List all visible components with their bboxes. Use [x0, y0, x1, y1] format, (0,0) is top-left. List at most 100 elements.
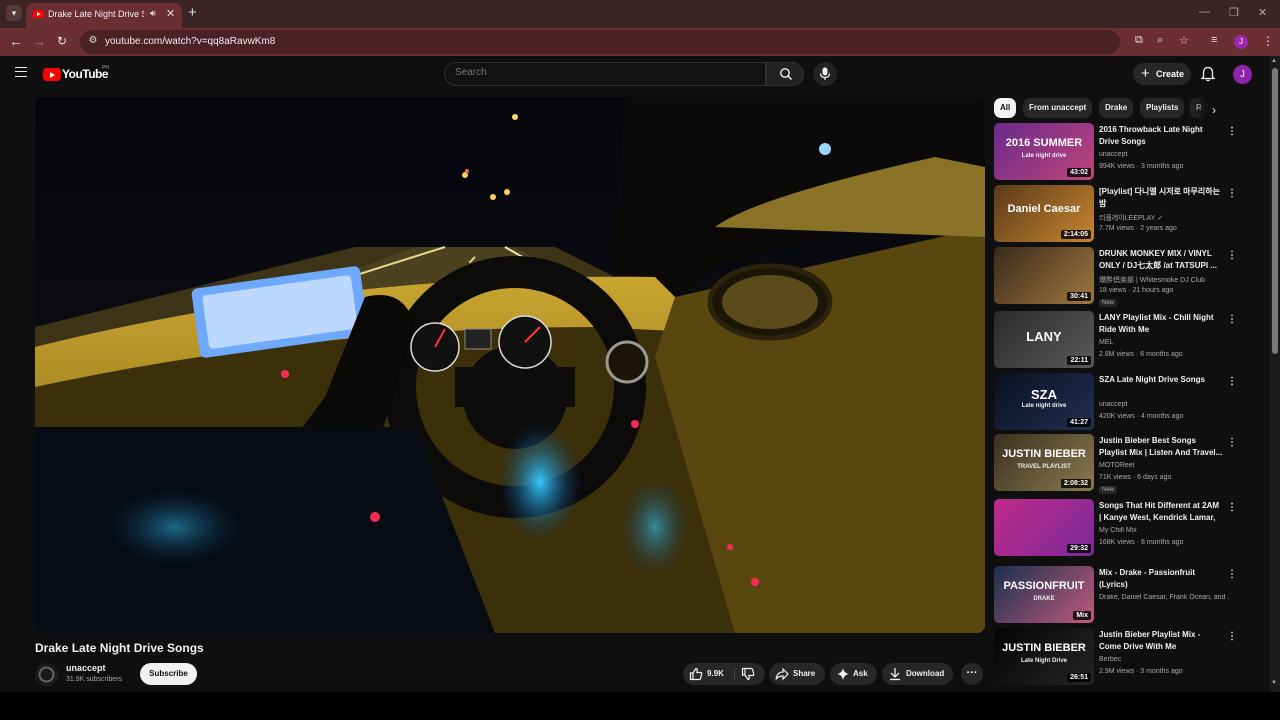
new-badge: New: [1099, 486, 1118, 494]
like-button[interactable]: 9.9K: [683, 663, 733, 685]
browser-tab[interactable]: Drake Late Night Drive Songs 🔊︎ ✕: [26, 3, 182, 28]
plus-icon: +: [1141, 65, 1150, 82]
recommendation-title[interactable]: Justin Bieber Best Songs Playlist Mix | …: [1099, 435, 1223, 459]
window-close-icon[interactable]: ✕: [1258, 6, 1267, 19]
video-thumbnail[interactable]: JUSTIN BIEBER TRAVEL PLAYLIST 2:08:32: [994, 434, 1094, 491]
create-button[interactable]: + Create: [1133, 63, 1191, 85]
chip-from-channel[interactable]: From unaccept: [1023, 98, 1093, 118]
recommendation-channel[interactable]: unaccept: [1099, 401, 1229, 408]
back-icon[interactable]: ←: [9, 33, 23, 49]
video-thumbnail[interactable]: 30:41: [994, 247, 1094, 304]
browser-menu-icon[interactable]: ⋮: [1262, 34, 1274, 48]
recommendation-item[interactable]: JUSTIN BIEBER TRAVEL PLAYLIST 2:08:32 Justi…: [993, 434, 1243, 494]
more-actions-button[interactable]: ···: [961, 663, 983, 685]
address-bar[interactable]: ⚙︎ youtube.com/watch?v=qq8aRavwKm8: [80, 30, 1120, 54]
chip-playlists[interactable]: Playlists: [1140, 98, 1185, 118]
tab-search-button[interactable]: ▾: [6, 5, 22, 21]
recommendation-channel[interactable]: My Chill Mix: [1099, 527, 1229, 534]
forward-icon[interactable]: →: [32, 33, 46, 49]
recommendation-channel[interactable]: unaccept: [1099, 151, 1229, 158]
channel-name[interactable]: unaccept: [66, 663, 106, 673]
recommendation-item[interactable]: LANY 22:11 LANY Playlist Mix - Chill Night…: [993, 311, 1243, 369]
share-button[interactable]: Share: [769, 663, 825, 685]
recommendation-title[interactable]: Justin Bieber Playlist Mix - Come Drive …: [1099, 629, 1223, 653]
recommendation-item[interactable]: JUSTIN BIEBER Late Night Drive 26:51 Justin…: [993, 628, 1243, 686]
chip-all[interactable]: All: [994, 98, 1017, 118]
thumbnail-text: 2016 SUMMER: [1005, 137, 1083, 149]
scroll-up-icon[interactable]: ▲: [1271, 58, 1277, 64]
page-scrollbar[interactable]: ▲ ▼: [1270, 56, 1280, 692]
taskbar-strip: [0, 692, 1280, 720]
thumbnail-text: JUSTIN BIEBER: [1002, 448, 1086, 460]
video-thumbnail[interactable]: JUSTIN BIEBER Late Night Drive 26:51: [994, 628, 1094, 685]
account-avatar[interactable]: J: [1233, 65, 1252, 84]
download-button[interactable]: Download: [882, 663, 953, 685]
recommendation-meta: 2.9M views · 3 months ago: [1099, 668, 1183, 675]
recommendation-item[interactable]: 30:41 DRUNK MONKEY MIX / VINYL ONLY / DJ七…: [993, 247, 1243, 307]
reload-icon[interactable]: ↻: [57, 34, 67, 48]
site-info-icon[interactable]: ⚙︎: [86, 35, 100, 49]
bookmark-star-icon[interactable]: ☆: [1179, 34, 1189, 47]
recommendation-meta: 994K views · 3 months ago: [1099, 163, 1184, 170]
video-player[interactable]: [35, 97, 985, 633]
notifications-bell-icon[interactable]: [1201, 66, 1215, 82]
zoom-icon[interactable]: ⌕: [1157, 34, 1163, 47]
recommendation-item[interactable]: 2016 SUMMER Late night drive 43:02 2016 Thr…: [993, 123, 1243, 181]
search-input[interactable]: [455, 67, 755, 78]
video-thumbnail[interactable]: Daniel Caesar 2:14:05: [994, 185, 1094, 242]
recommendation-item[interactable]: Daniel Caesar 2:14:05 [Playlist] 다니엘 시저로 마…: [993, 185, 1243, 243]
new-tab-icon[interactable]: +: [188, 4, 197, 21]
chip-drake[interactable]: Drake: [1099, 98, 1134, 118]
recommendation-channel[interactable]: 리플레이LEEPLAY ✓: [1099, 213, 1229, 223]
recommendation-title[interactable]: Mix - Drake - Passionfruit (Lyrics): [1099, 567, 1223, 591]
chevron-right-icon[interactable]: ›: [1212, 103, 1216, 117]
more-options-icon[interactable]: ⋮: [1227, 437, 1237, 448]
chip-fade: [1190, 96, 1210, 120]
cast-icon[interactable]: ⧉: [1135, 34, 1143, 47]
recommendation-channel[interactable]: MEL: [1099, 339, 1229, 346]
recommendation-item[interactable]: 29:32 Songs That Hit Different at 2AM | K…: [993, 499, 1243, 557]
more-options-icon[interactable]: ⋮: [1227, 188, 1237, 199]
youtube-logo-icon[interactable]: [43, 68, 61, 81]
more-options-icon[interactable]: ⋮: [1227, 502, 1237, 513]
minimize-icon[interactable]: —: [1199, 6, 1210, 18]
close-tab-icon[interactable]: ✕: [166, 7, 175, 20]
video-thumbnail[interactable]: 29:32: [994, 499, 1094, 556]
download-label: Download: [906, 669, 945, 678]
search-button[interactable]: [766, 62, 804, 86]
more-options-icon[interactable]: ⋮: [1227, 126, 1237, 137]
recommendation-title[interactable]: LANY Playlist Mix - Chill Night Ride Wit…: [1099, 312, 1223, 336]
video-thumbnail[interactable]: SZA Late night drive 41:27: [994, 373, 1094, 430]
recommendation-channel[interactable]: MOTOReel: [1099, 462, 1229, 469]
recommendation-item[interactable]: SZA Late night drive 41:27 SZA Late Night D…: [993, 373, 1243, 431]
audio-playing-icon[interactable]: 🔊︎: [150, 8, 156, 19]
ask-button[interactable]: Ask: [830, 663, 877, 685]
recommendation-channel[interactable]: Drake, Daniel Caesar, Frank Ocean, and .…: [1099, 594, 1229, 601]
recommendation-channel[interactable]: Berbec: [1099, 656, 1229, 663]
video-thumbnail[interactable]: PASSIONFRUIT DRAKE Mix: [994, 566, 1094, 623]
more-options-icon[interactable]: ⋮: [1227, 376, 1237, 387]
subscribe-button[interactable]: Subscribe: [140, 663, 197, 685]
scrollbar-thumb[interactable]: [1272, 68, 1278, 354]
recommendation-title[interactable]: SZA Late Night Drive Songs: [1099, 374, 1223, 386]
recommendation-title[interactable]: Songs That Hit Different at 2AM | Kanye …: [1099, 500, 1223, 524]
media-controls-icon[interactable]: ≡: [1211, 34, 1217, 46]
dislike-button[interactable]: [735, 663, 765, 685]
more-options-icon[interactable]: ⋮: [1227, 569, 1237, 580]
channel-avatar[interactable]: [35, 663, 58, 686]
video-thumbnail[interactable]: LANY 22:11: [994, 311, 1094, 368]
more-options-icon[interactable]: ⋮: [1227, 631, 1237, 642]
scroll-down-icon[interactable]: ▼: [1271, 680, 1277, 686]
voice-search-button[interactable]: [813, 62, 837, 86]
guide-menu-icon[interactable]: [15, 67, 27, 77]
recommendation-channel[interactable]: 爆酔倶楽部 | Whitesmoke DJ Club: [1099, 275, 1229, 285]
recommendation-title[interactable]: [Playlist] 다니엘 시저로 마무리하는 밤: [1099, 186, 1223, 210]
restore-icon[interactable]: ❐: [1229, 6, 1239, 19]
more-options-icon[interactable]: ⋮: [1227, 250, 1237, 261]
video-thumbnail[interactable]: 2016 SUMMER Late night drive 43:02: [994, 123, 1094, 180]
more-options-icon[interactable]: ⋮: [1227, 314, 1237, 325]
browser-profile-avatar[interactable]: J: [1234, 35, 1248, 49]
recommendation-item[interactable]: PASSIONFRUIT DRAKE Mix Mix - Drake - Passio…: [993, 566, 1243, 624]
recommendation-title[interactable]: DRUNK MONKEY MIX / VINYL ONLY / DJ七太郎 /a…: [1099, 248, 1223, 272]
recommendation-title[interactable]: 2016 Throwback Late Night Drive Songs: [1099, 124, 1223, 148]
